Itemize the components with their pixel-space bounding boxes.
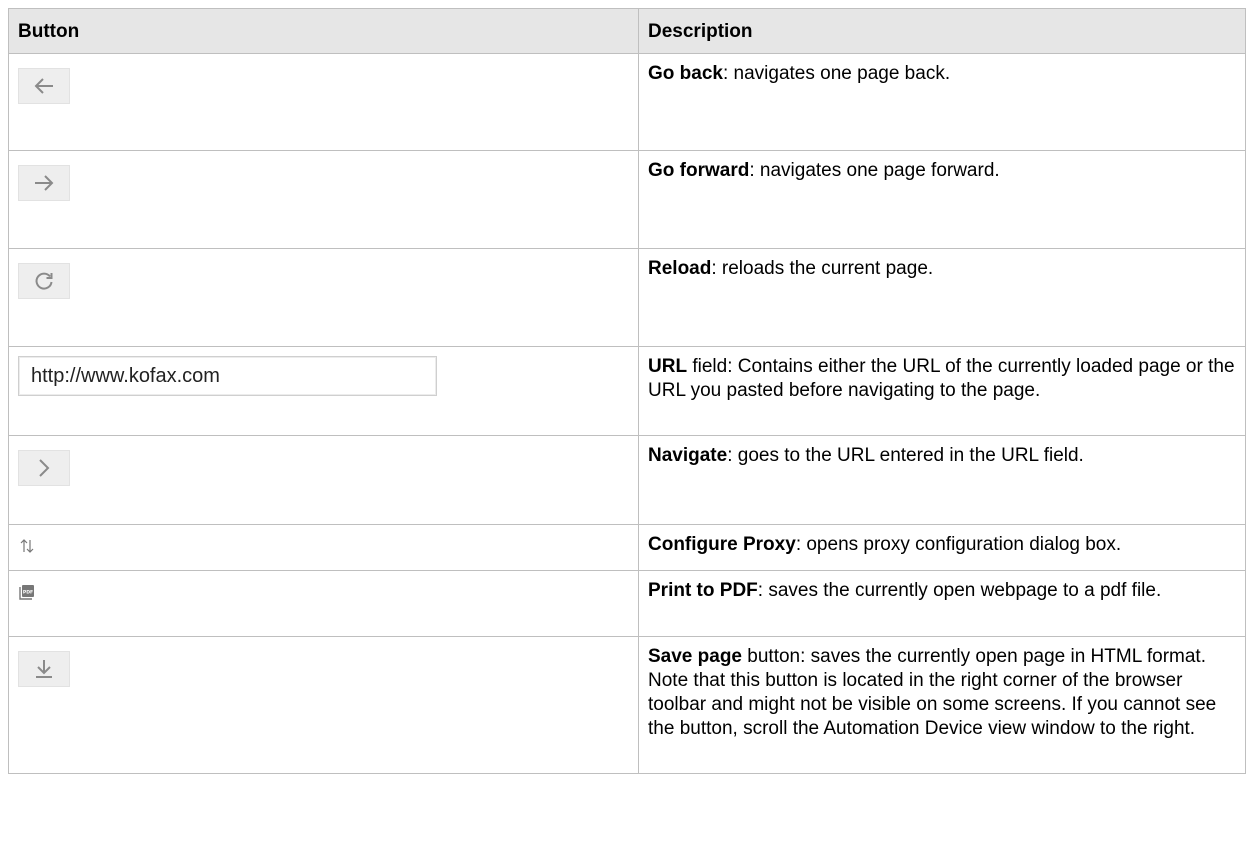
reload-icon <box>35 272 53 290</box>
table-row: PDF Print to PDF: saves the currently op… <box>8 570 1246 637</box>
button-cell: PDF <box>8 570 639 637</box>
button-cell <box>8 150 639 249</box>
description-text: : navigates one page forward. <box>749 160 1000 181</box>
table-row: Configure Proxy: opens proxy configurati… <box>8 524 1246 571</box>
chevron-right-icon <box>39 459 50 477</box>
table-header-row: Button Description <box>8 8 1246 54</box>
table-row: Reload: reloads the current page. <box>8 248 1246 347</box>
description-text: : reloads the current page. <box>711 258 934 279</box>
pdf-icon: PDF <box>19 585 34 600</box>
download-icon <box>36 660 52 678</box>
header-button: Button <box>8 8 639 54</box>
arrow-right-icon <box>35 175 54 191</box>
description-title: Go back <box>648 63 723 84</box>
description-title: Configure Proxy <box>648 534 796 555</box>
description-cell: URL field: Contains either the URL of th… <box>638 346 1246 436</box>
description-title: Reload <box>648 258 712 279</box>
button-cell: http://www.kofax.com <box>8 346 639 436</box>
button-cell <box>8 636 639 774</box>
pdf-icon-label: PDF <box>23 590 33 596</box>
table-row: http://www.kofax.com URL field: Contains… <box>8 346 1246 436</box>
table-row: Go back: navigates one page back. <box>8 53 1246 151</box>
print-to-pdf-button[interactable]: PDF <box>18 583 36 608</box>
url-field[interactable]: http://www.kofax.com <box>18 356 437 396</box>
description-text: : saves the currently open webpage to a … <box>757 580 1162 601</box>
reload-button[interactable] <box>18 263 70 299</box>
description-cell: Print to PDF: saves the currently open w… <box>638 570 1246 637</box>
description-title: URL <box>648 356 688 377</box>
description-title: Go forward <box>648 160 750 181</box>
save-page-button[interactable] <box>18 651 70 687</box>
button-cell <box>8 524 639 571</box>
buttons-table: Button Description Go back: navigates on… <box>8 8 1246 774</box>
button-cell <box>8 435 639 525</box>
description-cell: Reload: reloads the current page. <box>638 248 1246 347</box>
navigate-button[interactable] <box>18 450 70 486</box>
button-cell <box>8 248 639 347</box>
back-button[interactable] <box>18 68 70 104</box>
description-title: Print to PDF <box>648 580 758 601</box>
description-title: Save page <box>648 646 742 667</box>
forward-button[interactable] <box>18 165 70 201</box>
description-text: field: Contains either the URL of the cu… <box>648 356 1235 401</box>
configure-proxy-button[interactable] <box>18 537 36 562</box>
description-cell: Go forward: navigates one page forward. <box>638 150 1246 249</box>
table-row: Go forward: navigates one page forward. <box>8 150 1246 249</box>
proxy-arrows-icon <box>20 539 34 553</box>
table-row: Save page button: saves the currently op… <box>8 636 1246 774</box>
description-text: : opens proxy configuration dialog box. <box>795 534 1122 555</box>
description-cell: Navigate: goes to the URL entered in the… <box>638 435 1246 525</box>
header-description: Description <box>638 8 1246 54</box>
description-cell: Save page button: saves the currently op… <box>638 636 1246 774</box>
table-row: Navigate: goes to the URL entered in the… <box>8 435 1246 525</box>
description-text: : goes to the URL entered in the URL fie… <box>727 445 1084 466</box>
description-text: : navigates one page back. <box>722 63 951 84</box>
description-cell: Go back: navigates one page back. <box>638 53 1246 151</box>
description-cell: Configure Proxy: opens proxy configurati… <box>638 524 1246 571</box>
button-cell <box>8 53 639 151</box>
description-title: Navigate <box>648 445 728 466</box>
arrow-left-icon <box>34 78 53 94</box>
